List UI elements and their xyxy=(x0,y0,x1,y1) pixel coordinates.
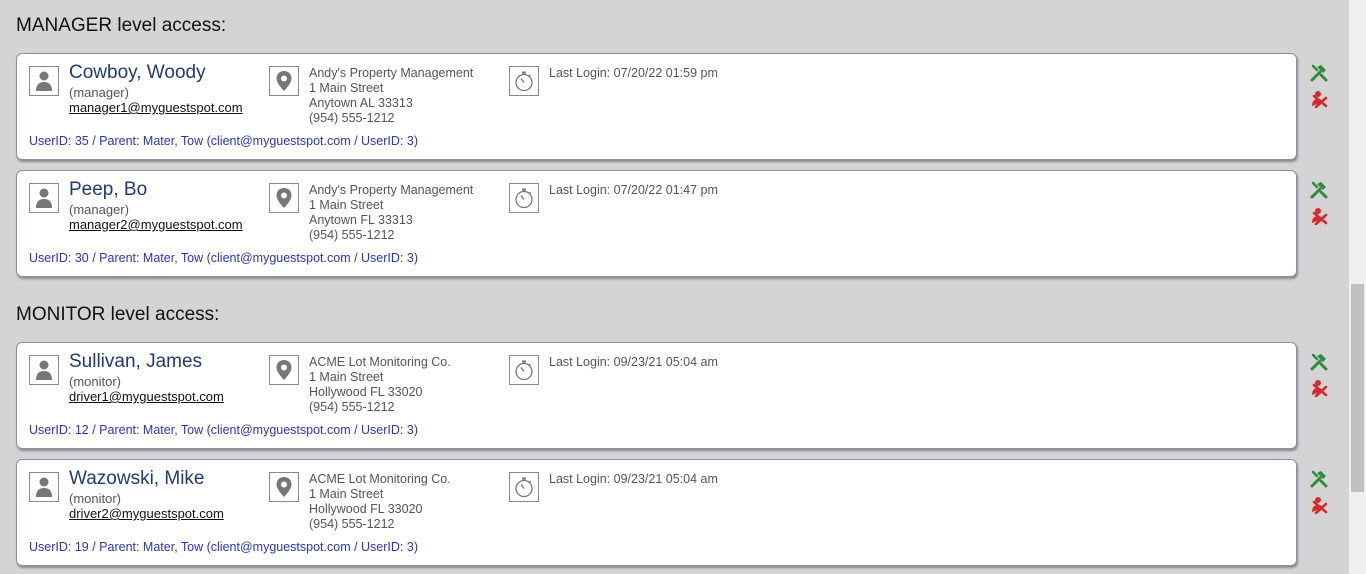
edit-tools-icon[interactable] xyxy=(1310,181,1328,199)
user-icon xyxy=(29,355,59,385)
company-name: Andy's Property Management xyxy=(309,66,474,80)
user-email-link[interactable]: manager2@myguestspot.com xyxy=(69,217,243,232)
user-role: (manager) xyxy=(69,85,129,100)
user-meta: UserID: 19 / Parent: Mater, Tow (client@… xyxy=(29,540,418,554)
user-name: Sullivan, James xyxy=(69,351,203,372)
map-pin-icon xyxy=(269,183,299,213)
company-name: ACME Lot Monitoring Co. xyxy=(309,472,451,486)
user-meta: UserID: 30 / Parent: Mater, Tow (client@… xyxy=(29,251,418,265)
last-login: Last Login: 07/20/22 01:47 pm xyxy=(549,183,718,197)
user-role: (manager) xyxy=(69,202,129,217)
stopwatch-icon xyxy=(509,66,539,96)
section-title-monitor: MONITOR level access: xyxy=(16,304,220,325)
street: 1 Main Street xyxy=(309,81,384,95)
user-address: ACME Lot Monitoring Co. 1 Main Street Ho… xyxy=(309,472,451,532)
user-meta: UserID: 12 / Parent: Mater, Tow (client@… xyxy=(29,423,418,437)
delete-user-icon[interactable] xyxy=(1310,90,1328,109)
section-title-manager: MANAGER level access: xyxy=(16,15,227,36)
phone: (954) 555-1212 xyxy=(309,228,395,242)
user-meta: UserID: 35 / Parent: Mater, Tow (client@… xyxy=(29,134,418,148)
map-pin-icon xyxy=(269,355,299,385)
company-name: ACME Lot Monitoring Co. xyxy=(309,355,451,369)
delete-user-icon[interactable] xyxy=(1310,207,1328,226)
scrollbar-thumb[interactable] xyxy=(1351,284,1364,492)
street: 1 Main Street xyxy=(309,487,384,501)
phone: (954) 555-1212 xyxy=(309,517,395,531)
last-login: Last Login: 09/23/21 05:04 am xyxy=(549,472,718,486)
delete-user-icon[interactable] xyxy=(1310,379,1328,398)
stopwatch-icon xyxy=(509,472,539,502)
user-icon xyxy=(29,66,59,96)
user-name: Cowboy, Woody xyxy=(69,62,206,83)
city: Anytown FL 33313 xyxy=(309,213,413,227)
user-card: Cowboy, Woody (manager) manager1@myguest… xyxy=(16,53,1297,160)
user-name: Peep, Bo xyxy=(69,179,148,200)
city: Hollywood FL 33020 xyxy=(309,385,423,399)
map-pin-icon xyxy=(269,472,299,502)
phone: (954) 555-1212 xyxy=(309,400,395,414)
user-email-link[interactable]: driver2@myguestspot.com xyxy=(69,506,224,521)
map-pin-icon xyxy=(269,66,299,96)
last-login: Last Login: 09/23/21 05:04 am xyxy=(549,355,718,369)
city: Hollywood FL 33020 xyxy=(309,502,423,516)
city: Anytown AL 33313 xyxy=(309,96,413,110)
company-name: Andy's Property Management xyxy=(309,183,474,197)
stopwatch-icon xyxy=(509,183,539,213)
user-icon xyxy=(29,472,59,502)
street: 1 Main Street xyxy=(309,198,384,212)
user-email-link[interactable]: manager1@myguestspot.com xyxy=(69,100,243,115)
user-address: Andy's Property Management 1 Main Street… xyxy=(309,66,473,126)
edit-tools-icon[interactable] xyxy=(1310,64,1328,82)
last-login: Last Login: 07/20/22 01:59 pm xyxy=(549,66,718,80)
user-address: Andy's Property Management 1 Main Street… xyxy=(309,183,473,243)
user-email-link[interactable]: driver1@myguestspot.com xyxy=(69,389,224,404)
user-card: Peep, Bo (manager) manager2@myguestspot.… xyxy=(16,170,1297,277)
user-card: Sullivan, James (monitor) driver1@mygues… xyxy=(16,342,1297,449)
street: 1 Main Street xyxy=(309,370,384,384)
edit-tools-icon[interactable] xyxy=(1310,470,1328,488)
user-name: Wazowski, Mike xyxy=(69,468,205,489)
user-icon xyxy=(29,183,59,213)
user-address: ACME Lot Monitoring Co. 1 Main Street Ho… xyxy=(309,355,451,415)
delete-user-icon[interactable] xyxy=(1310,496,1328,515)
phone: (954) 555-1212 xyxy=(309,111,395,125)
stopwatch-icon xyxy=(509,355,539,385)
user-role: (monitor) xyxy=(69,374,122,389)
edit-tools-icon[interactable] xyxy=(1310,353,1328,371)
user-role: (monitor) xyxy=(69,491,122,506)
user-card: Wazowski, Mike (monitor) driver2@myguest… xyxy=(16,459,1297,566)
